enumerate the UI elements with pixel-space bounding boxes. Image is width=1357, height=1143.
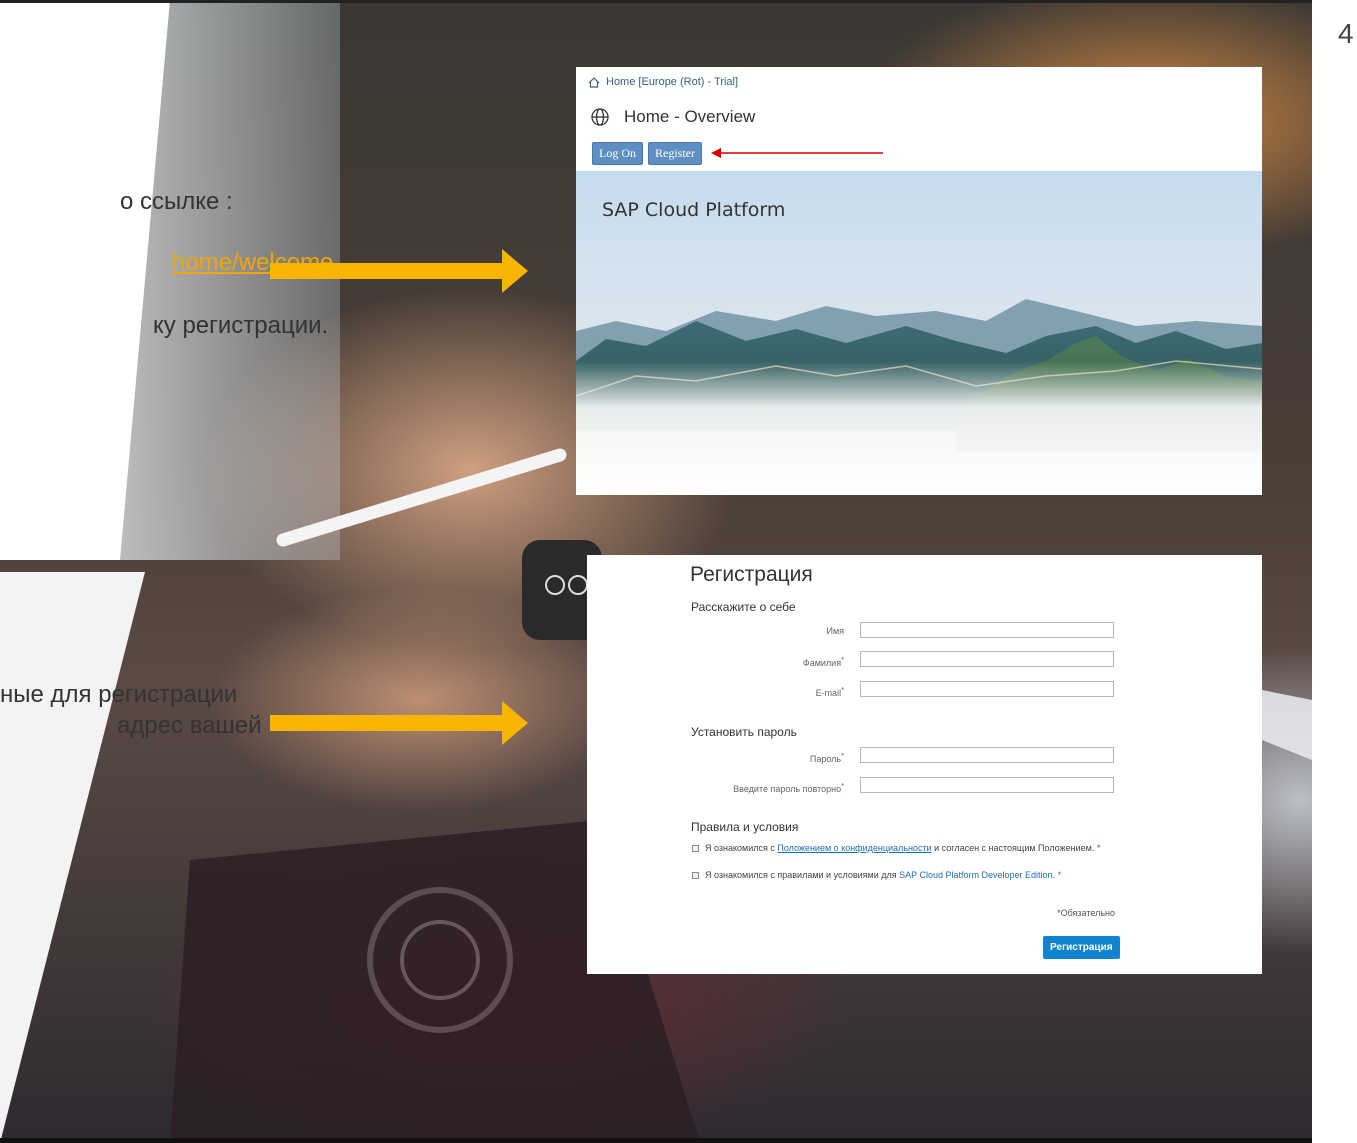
password-field[interactable]	[860, 747, 1114, 763]
yellow-arrow-icon	[270, 249, 528, 293]
hero-title: SAP Cloud Platform	[602, 199, 786, 221]
hero-banner: SAP Cloud Platform	[576, 171, 1262, 495]
instruction-text-link-intro: о ссылке :	[120, 188, 233, 215]
terms-text-prefix: Я ознакомился с правилами и условиями дл…	[705, 870, 900, 880]
required-asterisk: *	[841, 751, 844, 760]
instruction-text-data: ные для регистрации	[0, 681, 238, 708]
first-name-label-text: Имя	[826, 626, 844, 636]
sap-home-screenshot: Home [Europe (Rot) - Trial] Home - Overv…	[576, 67, 1262, 495]
email-label: E-mail*	[816, 685, 844, 698]
required-asterisk: *	[1096, 843, 1101, 853]
terms-link[interactable]: SAP Cloud Platform Developer Edition.	[899, 870, 1055, 880]
last-name-label-text: Фамилия	[802, 658, 842, 668]
instruction-text-address: адрес вашей	[117, 712, 262, 739]
privacy-checkbox[interactable]	[692, 844, 699, 852]
first-name-label: Имя	[826, 626, 844, 636]
auth-buttons: Log On Register	[592, 142, 702, 165]
section-about: Расскажите о себе	[691, 600, 796, 614]
section-terms: Правила и условия	[691, 820, 799, 834]
privacy-text: Я ознакомился с Положением о конфиденциа…	[705, 843, 1100, 853]
required-asterisk: *	[841, 655, 844, 664]
password-repeat-field[interactable]	[860, 777, 1114, 793]
terms-checkbox-row: Я ознакомился с правилами и условиями дл…	[692, 870, 1061, 880]
password-repeat-label-text: Введите пароль повторно	[733, 784, 842, 794]
submit-registration-button[interactable]: Регистрация	[1043, 936, 1120, 959]
required-asterisk: *	[841, 685, 844, 694]
required-note: *Обязательно	[1057, 908, 1115, 918]
first-name-field[interactable]	[860, 622, 1114, 638]
password-repeat-label: Введите пароль повторно*	[733, 781, 844, 794]
required-asterisk: *	[841, 781, 844, 790]
bottom-border	[0, 1138, 1312, 1143]
form-title: Регистрация	[690, 563, 813, 586]
section-password: Установить пароль	[691, 725, 797, 739]
last-name-label: Фамилия*	[803, 655, 844, 668]
instruction-text-register: ку регистрации.	[153, 312, 329, 339]
yellow-arrow-icon	[270, 701, 528, 745]
home-icon	[588, 76, 600, 88]
last-name-field[interactable]	[860, 651, 1114, 667]
right-margin	[1312, 0, 1357, 1143]
globe-icon	[591, 108, 609, 126]
privacy-checkbox-row: Я ознакомился с Положением о конфиденциа…	[692, 843, 1100, 853]
terms-checkbox[interactable]	[692, 871, 699, 879]
breadcrumb[interactable]: Home [Europe (Rot) - Trial]	[588, 76, 738, 88]
email-field[interactable]	[860, 681, 1114, 697]
top-border	[0, 0, 1312, 3]
registration-form-screenshot: Регистрация Расскажите о себе Имя Фамили…	[587, 555, 1262, 974]
required-asterisk: *	[1057, 870, 1062, 880]
terms-text: Я ознакомился с правилами и условиями дл…	[705, 870, 1061, 880]
password-label: Пароль*	[810, 751, 844, 764]
page-title: Home - Overview	[590, 107, 755, 127]
log-on-button[interactable]: Log On	[592, 142, 643, 165]
slide-number: 4	[1338, 18, 1354, 49]
breadcrumb-label: Home [Europe (Rot) - Trial]	[606, 76, 739, 88]
email-label-text: E-mail	[815, 688, 842, 698]
red-arrow-icon	[711, 148, 883, 158]
password-label-text: Пароль	[809, 754, 842, 764]
slide: 4 о ссылке : home/welcome ку регистрации…	[0, 0, 1357, 1143]
page-title-text: Home - Overview	[624, 107, 756, 126]
privacy-policy-link[interactable]: Положением о конфиденциальности	[777, 843, 931, 853]
register-button[interactable]: Register	[648, 142, 702, 165]
privacy-text-prefix: Я ознакомился с	[705, 843, 778, 853]
privacy-text-suffix: и согласен с настоящим Положением.	[931, 843, 1095, 853]
